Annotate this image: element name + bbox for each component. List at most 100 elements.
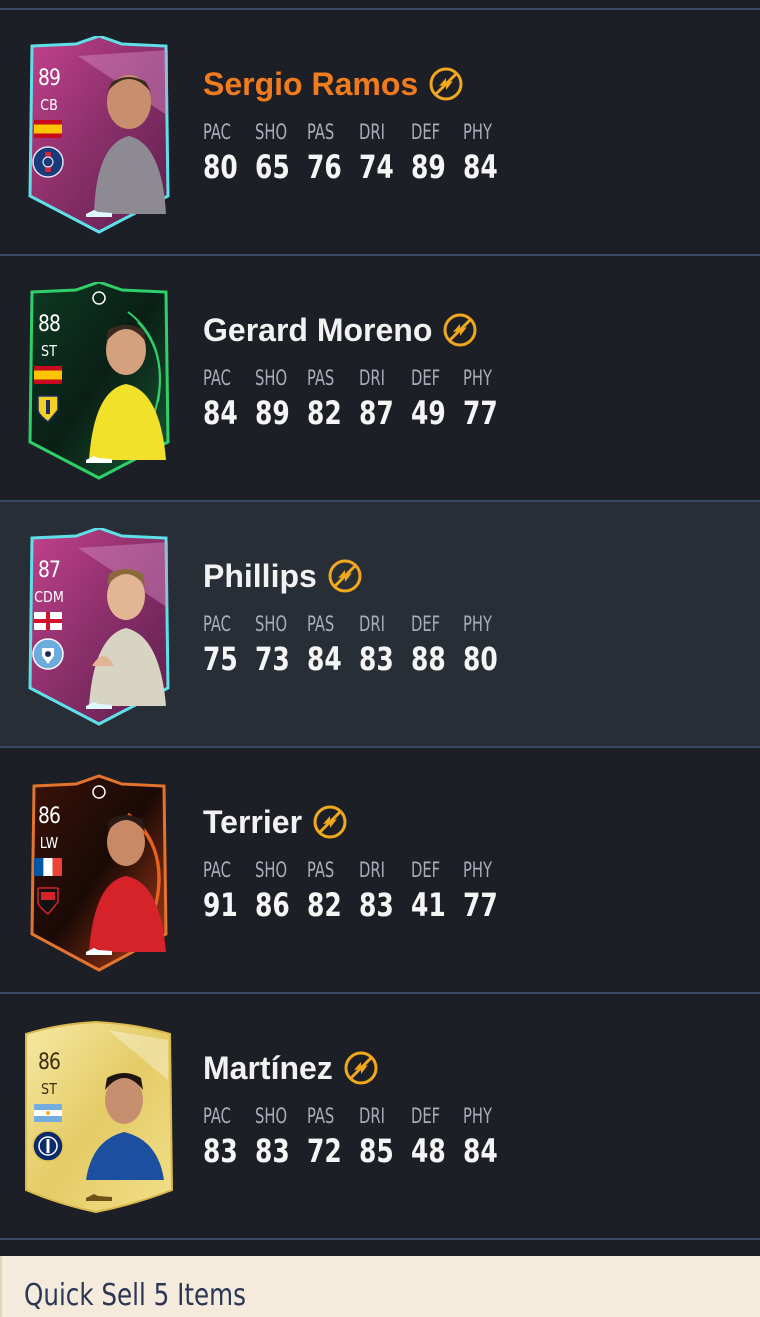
stat-value: 74: [359, 148, 394, 186]
player-name: Terrier: [203, 803, 303, 840]
untradeable-icon: [344, 1051, 378, 1085]
stat-value: 88: [411, 640, 446, 678]
quick-sell-button[interactable]: Quick Sell 5 Items: [24, 1278, 246, 1313]
villarreal-badge-icon: [37, 395, 59, 424]
untradeable-icon: [328, 559, 362, 593]
stat-label: SHO: [255, 858, 288, 882]
stat-label: DEF: [411, 120, 441, 144]
stats-block: PAC 91 SHO 86 PAS 82 DRI 83 DEF 41 PHY 77: [203, 858, 515, 924]
card-position: CDM: [34, 588, 64, 606]
player-name: Gerard Moreno: [203, 311, 433, 348]
player-row[interactable]: 89 CB Sergio Ramos PAC 80 SHO 65 PAS 76 …: [0, 10, 760, 256]
stat-label: DRI: [359, 366, 385, 390]
stat-value: 82: [307, 394, 342, 432]
stat-value: 89: [255, 394, 290, 432]
stat-label: PAC: [203, 858, 231, 882]
stat-value: 65: [255, 148, 290, 186]
player-name: Sergio Ramos: [203, 65, 419, 102]
stat-value: 84: [463, 148, 498, 186]
stat-label: DEF: [411, 366, 441, 390]
player-card: 86 LW: [18, 774, 180, 972]
stat-label: PHY: [463, 120, 492, 144]
boot-icon: [86, 948, 112, 955]
psg-badge-icon: [32, 146, 64, 178]
boot-icon: [86, 456, 112, 463]
stat-label: PAS: [307, 1104, 335, 1128]
boot-icon: [86, 1194, 112, 1201]
card-position: LW: [39, 834, 59, 852]
stat-value: 80: [463, 640, 498, 678]
stat-label: PAC: [203, 366, 231, 390]
quick-sell-bar: Quick Sell 5 Items: [0, 1256, 760, 1317]
player-name: Martínez: [203, 1049, 333, 1086]
boot-icon: [86, 702, 112, 709]
player-card: 89 CB: [18, 36, 180, 234]
stat-label: PHY: [463, 366, 492, 390]
stat-label: DRI: [359, 120, 385, 144]
stat-value: 84: [203, 394, 238, 432]
card-rating: 89: [37, 66, 61, 91]
argentina-flag-icon: [34, 1104, 62, 1122]
spain-flag-icon: [34, 120, 62, 138]
stat-value: 75: [203, 640, 238, 678]
boot-icon: [86, 210, 112, 217]
stat-value: 87: [359, 394, 394, 432]
card-position: ST: [41, 1080, 57, 1098]
stat-value: 77: [463, 886, 498, 924]
stat-label: DRI: [359, 612, 385, 636]
stat-value: 80: [203, 148, 238, 186]
stat-value: 49: [411, 394, 446, 432]
spain-flag-icon: [34, 366, 62, 384]
player-row[interactable]: 86 LW Terrier PAC 91 SHO 86 PAS 82 DRI 8…: [0, 748, 760, 994]
card-rating: 87: [37, 558, 61, 583]
stat-label: PAS: [307, 858, 335, 882]
stat-value: 85: [359, 1132, 394, 1170]
inter-badge-icon: [32, 1130, 64, 1162]
stat-label: SHO: [255, 1104, 288, 1128]
england-flag-icon: [34, 612, 62, 630]
card-position: CB: [40, 96, 58, 114]
stat-value: 89: [411, 148, 446, 186]
stat-value: 72: [307, 1132, 342, 1170]
stat-value: 77: [463, 394, 498, 432]
stat-label: PAS: [307, 612, 335, 636]
stats-block: PAC 84 SHO 89 PAS 82 DRI 87 DEF 49 PHY 77: [203, 366, 515, 432]
stat-value: 84: [307, 640, 342, 678]
stats-block: PAC 83 SHO 83 PAS 72 DRI 85 DEF 48 PHY 84: [203, 1104, 515, 1170]
stat-label: SHO: [255, 366, 288, 390]
stat-value: 91: [203, 886, 238, 924]
untradeable-icon: [429, 67, 463, 101]
stat-value: 83: [203, 1132, 238, 1170]
player-row-selected[interactable]: 87 CDM Phillips PAC 75 SHO 73 PAS 84 DRI…: [0, 502, 760, 748]
stat-value: 84: [463, 1132, 498, 1170]
stat-value: 83: [359, 640, 394, 678]
stat-label: DEF: [411, 858, 441, 882]
stat-value: 83: [359, 886, 394, 924]
card-rating: 88: [37, 312, 61, 337]
player-card: 88 ST: [18, 282, 180, 480]
man-city-badge-icon: [32, 638, 64, 670]
stat-label: SHO: [255, 612, 288, 636]
stat-value: 76: [307, 148, 342, 186]
untradeable-icon: [443, 313, 477, 347]
stat-label: PAC: [203, 120, 231, 144]
player-name: Phillips: [203, 557, 317, 594]
stat-value: 86: [255, 886, 290, 924]
stat-value: 73: [255, 640, 290, 678]
stat-label: PAS: [307, 120, 335, 144]
stat-value: 48: [411, 1132, 446, 1170]
player-row[interactable]: 88 ST Gerard Moreno PAC 84 SHO 89 PAS 82…: [0, 256, 760, 502]
stats-block: PAC 80 SHO 65 PAS 76 DRI 74 DEF 89 PHY 84: [203, 120, 515, 186]
stat-label: PHY: [463, 1104, 492, 1128]
player-card: 86 ST: [18, 1020, 180, 1218]
stat-label: PHY: [463, 612, 492, 636]
stat-label: DEF: [411, 612, 441, 636]
stat-value: 41: [411, 886, 446, 924]
player-card: 87 CDM: [18, 528, 180, 726]
rennes-badge-icon: [37, 887, 59, 916]
stat-label: PAS: [307, 366, 335, 390]
stat-label: DRI: [359, 858, 385, 882]
player-row[interactable]: 86 ST Martínez PAC 83 SHO 83 PAS 72 DRI …: [0, 994, 760, 1240]
stat-label: SHO: [255, 120, 288, 144]
stat-label: DEF: [411, 1104, 441, 1128]
